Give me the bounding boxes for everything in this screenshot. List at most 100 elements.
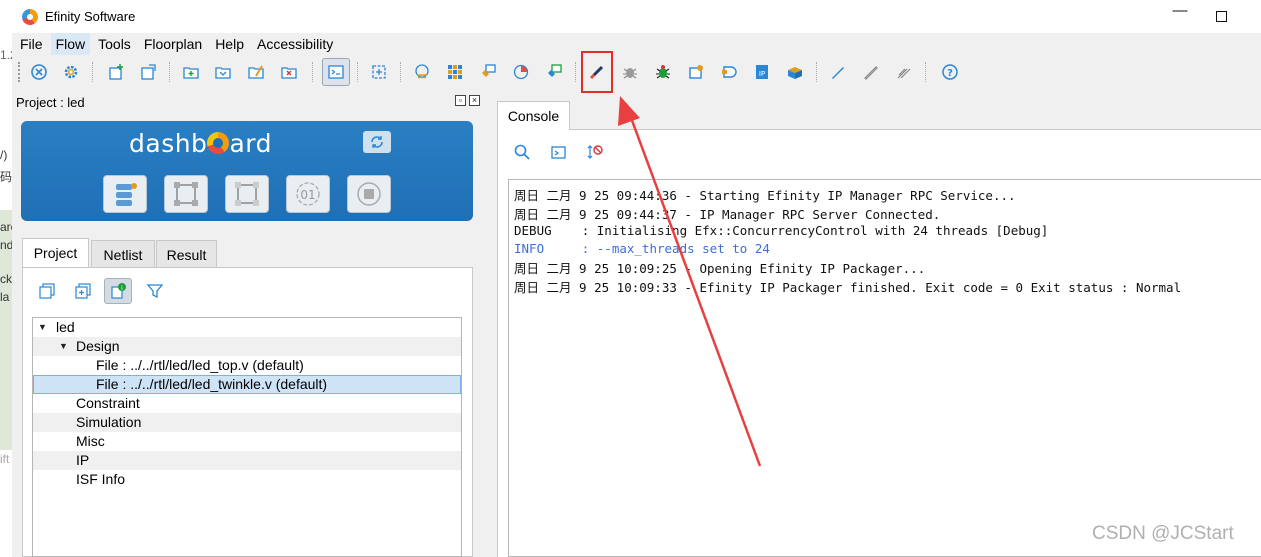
device-icon[interactable]	[682, 58, 710, 86]
bug-green-icon[interactable]	[649, 58, 677, 86]
maximize-button[interactable]	[1211, 6, 1231, 26]
close-panel-icon[interactable]: ×	[469, 95, 480, 106]
tree-label: Misc	[76, 433, 105, 449]
annotation-highlight-box	[581, 51, 613, 93]
dashboard-title: dashb ard	[129, 129, 272, 158]
menu-file[interactable]: File	[15, 33, 48, 55]
tree-node-file-selected[interactable]: File : ../../rtl/led/led_twinkle.v (defa…	[33, 375, 461, 394]
timing-icon[interactable]	[507, 58, 535, 86]
toolbar-grip[interactable]	[18, 62, 20, 82]
new-project-icon[interactable]	[102, 58, 130, 86]
synthesis-step-button[interactable]	[103, 175, 147, 213]
help-icon[interactable]: ?	[936, 58, 964, 86]
float-panel-icon[interactable]: ▫	[455, 95, 466, 106]
menu-accessibility[interactable]: Accessibility	[252, 33, 338, 55]
collapse-all-icon[interactable]	[33, 278, 61, 304]
tree-node-file[interactable]: File : ../../rtl/led/led_top.v (default)	[33, 356, 461, 375]
tree-label: File : ../../rtl/led/led_top.v (default)	[96, 357, 304, 373]
clear-console-icon[interactable]	[582, 141, 608, 163]
pen-blue-icon[interactable]	[824, 58, 852, 86]
open-project-icon[interactable]	[134, 58, 162, 86]
tree-label: Design	[76, 338, 120, 354]
placement-step-button[interactable]	[164, 175, 208, 213]
bg-fragment: ck	[0, 272, 12, 286]
expand-all-icon[interactable]	[69, 278, 97, 304]
gear-icon[interactable]	[57, 58, 85, 86]
tab-result[interactable]: Result	[156, 240, 217, 268]
bg-fragment: la	[0, 290, 10, 304]
tree-label: IP	[76, 452, 90, 468]
maximize-icon	[1215, 11, 1227, 22]
menu-bar: File Flow Tools Floorplan Help Accessibi…	[12, 33, 1261, 55]
dashboard-banner: dashb ard 01	[21, 121, 473, 221]
tree-node-isf-info[interactable]: ISF Info	[33, 470, 461, 489]
menu-floorplan[interactable]: Floorplan	[139, 33, 207, 55]
placement-step-icon	[174, 182, 198, 206]
svg-text:?: ?	[947, 68, 953, 79]
tree-node-design[interactable]: ▼ Design	[33, 337, 461, 356]
edit-file-icon[interactable]	[242, 58, 270, 86]
programmer-icon[interactable]	[715, 58, 743, 86]
bg-fragment: ift	[0, 452, 10, 466]
show-info-icon[interactable]: i	[104, 278, 132, 304]
tag-icon[interactable]	[474, 58, 502, 86]
refresh-button[interactable]	[363, 131, 391, 153]
tab-project[interactable]: Project	[22, 238, 89, 267]
tab-netlist[interactable]: Netlist	[91, 240, 155, 268]
filter-icon[interactable]	[141, 278, 169, 304]
log-line: 周日 二月 9 25 10:09:33 - Efinity IP Package…	[514, 280, 1182, 295]
window-title: Efinity Software	[45, 9, 136, 24]
copy-console-icon[interactable]	[546, 141, 572, 163]
log-line: 周日 二月 9 25 09:44:37 - IP Manager RPC Ser…	[514, 207, 941, 222]
chevron-down-icon[interactable]: ▼	[38, 318, 47, 337]
remove-file-icon[interactable]	[275, 58, 303, 86]
add-file-icon[interactable]	[177, 58, 205, 86]
minimize-button[interactable]: —	[1170, 2, 1190, 19]
tree-node-led[interactable]: ▼ led	[33, 318, 461, 337]
routing-step-icon	[235, 182, 259, 206]
svg-text:IP: IP	[759, 70, 765, 78]
ip-catalog-icon[interactable]: IP	[748, 58, 776, 86]
tree-node-simulation[interactable]: Simulation	[33, 413, 461, 432]
bg-fragment: 1.2	[0, 48, 12, 62]
refresh-icon	[371, 136, 383, 148]
tree-label: Simulation	[76, 414, 142, 430]
dashboard-title-suffix: ard	[229, 129, 272, 158]
interface-designer-icon[interactable]	[441, 58, 469, 86]
menu-help[interactable]: Help	[210, 33, 249, 55]
panel-splitter[interactable]	[484, 92, 494, 557]
main-toolbar: IP ?	[12, 56, 1261, 90]
tab-console[interactable]: Console	[497, 101, 570, 130]
tree-node-misc[interactable]: Misc	[33, 432, 461, 451]
routing-step-button[interactable]	[225, 175, 269, 213]
debugger-icon[interactable]	[540, 58, 568, 86]
synthesis-icon[interactable]	[408, 58, 436, 86]
project-tree: ▼ led ▼ Design File : ../../rtl/led/led_…	[32, 317, 462, 557]
tree-label: ISF Info	[76, 471, 126, 487]
console-view-icon[interactable]	[322, 58, 350, 86]
tree-node-ip[interactable]: IP	[33, 451, 461, 470]
menu-flow[interactable]: Flow	[50, 33, 91, 55]
floorplan-icon[interactable]	[365, 58, 393, 86]
menu-tools[interactable]: Tools	[93, 33, 136, 55]
log-line-info: INFO : --max_threads set to 24	[514, 241, 770, 256]
watermark-text: CSDN @JCStart	[1092, 523, 1234, 544]
pen-gray-icon[interactable]	[857, 58, 885, 86]
svg-text:01: 01	[300, 188, 315, 202]
efinity-logo-icon	[22, 8, 38, 25]
bitstream-step-button[interactable]: 01	[286, 175, 330, 213]
stop-flow-button[interactable]	[347, 175, 391, 213]
chevron-down-icon[interactable]: ▼	[59, 337, 68, 356]
search-icon[interactable]	[509, 141, 535, 163]
package-icon[interactable]	[781, 58, 809, 86]
stop-icon[interactable]	[25, 58, 53, 86]
bug-gray-icon[interactable]	[616, 58, 644, 86]
arrow-head	[618, 96, 640, 126]
background-window-strip: 1.2 /) 码块 are nd ck la ift	[0, 0, 12, 557]
console-output[interactable]: 周日 二月 9 25 09:44:36 - Starting Efinity I…	[508, 179, 1261, 557]
dashboard-title-prefix: dashb	[129, 129, 208, 158]
import-file-icon[interactable]	[209, 58, 237, 86]
pen-multi-icon[interactable]	[890, 58, 918, 86]
bg-fragment: are	[0, 220, 12, 234]
tree-node-constraint[interactable]: Constraint	[33, 394, 461, 413]
